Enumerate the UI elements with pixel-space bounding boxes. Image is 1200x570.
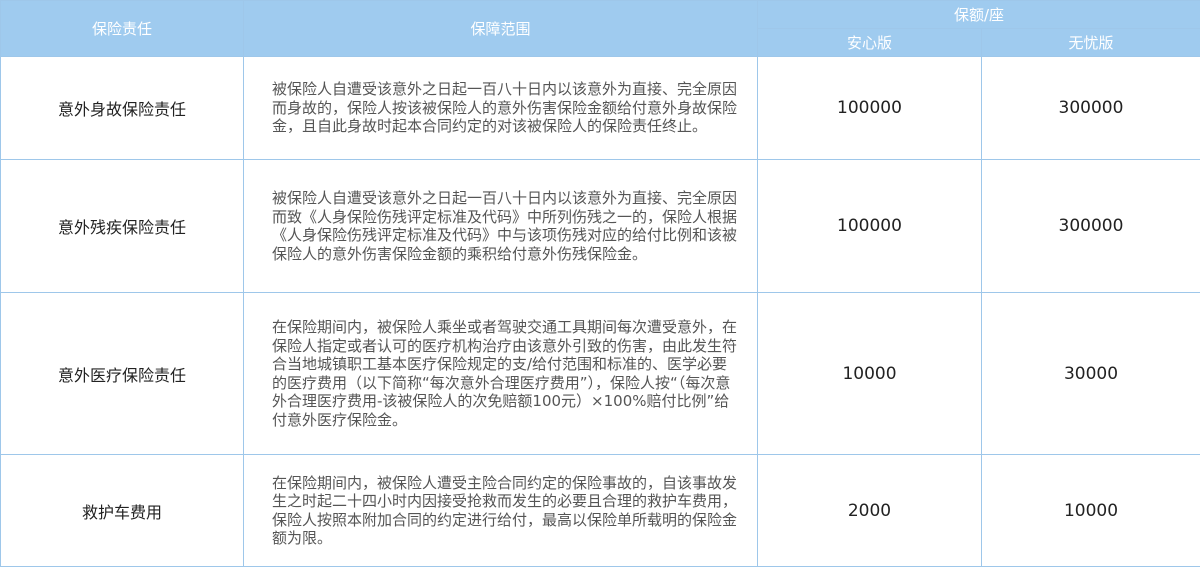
plan-b-amount: 10000	[981, 454, 1200, 567]
plan-b-amount: 300000	[981, 56, 1200, 160]
coverage-table: 保险责任 保障范围 保额/座 安心版 无忧版 意外身故保险责任 被保险人自遭受该…	[0, 0, 1200, 567]
duty-name: 意外医疗保险责任	[0, 292, 244, 455]
header-plan-b: 无忧版	[981, 28, 1200, 57]
duty-name: 意外身故保险责任	[0, 56, 244, 160]
scope-text: 在保险期间内，被保险人乘坐或者驾驶交通工具期间每次遭受意外，在保险人指定或者认可…	[243, 292, 758, 455]
table-row: 救护车费用 在保险期间内，被保险人遭受主险合同约定的保险事故的，自该事故发生之时…	[0, 454, 1200, 567]
table-row: 意外医疗保险责任 在保险期间内，被保险人乘坐或者驾驶交通工具期间每次遭受意外，在…	[0, 292, 1200, 455]
table-row: 意外残疾保险责任 被保险人自遭受该意外之日起一百八十日内以该意外为直接、完全原因…	[0, 159, 1200, 293]
duty-name: 救护车费用	[0, 454, 244, 567]
header-plan-a: 安心版	[757, 28, 982, 57]
plan-a-amount: 10000	[757, 292, 982, 455]
plan-b-amount: 30000	[981, 292, 1200, 455]
header-amount: 保额/座	[757, 0, 1200, 29]
duty-name: 意外残疾保险责任	[0, 159, 244, 293]
header-duty: 保险责任	[0, 0, 244, 57]
plan-a-amount: 100000	[757, 56, 982, 160]
plan-a-amount: 100000	[757, 159, 982, 293]
table-row: 意外身故保险责任 被保险人自遭受该意外之日起一百八十日内以该意外为直接、完全原因…	[0, 56, 1200, 160]
scope-text: 被保险人自遭受该意外之日起一百八十日内以该意外为直接、完全原因而身故的，保险人按…	[243, 56, 758, 160]
scope-text: 在保险期间内，被保险人遭受主险合同约定的保险事故的，自该事故发生之时起二十四小时…	[243, 454, 758, 567]
scope-text: 被保险人自遭受该意外之日起一百八十日内以该意外为直接、完全原因而致《人身保险伤残…	[243, 159, 758, 293]
plan-b-amount: 300000	[981, 159, 1200, 293]
header-scope: 保障范围	[243, 0, 758, 57]
plan-a-amount: 2000	[757, 454, 982, 567]
